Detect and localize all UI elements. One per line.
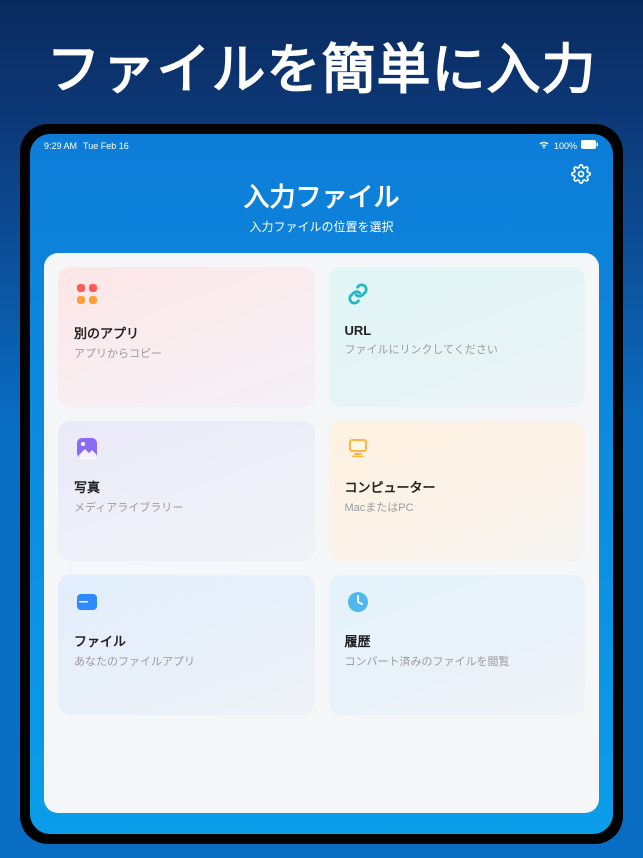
tile-computer[interactable]: コンピューター MacまたはPC: [329, 421, 586, 561]
tile-title: コンピューター: [345, 477, 570, 496]
status-bar: 9:29 AM Tue Feb 16 100%: [30, 134, 613, 157]
tile-subtitle: コンバート済みのファイルを閲覧: [345, 653, 570, 669]
link-icon: [345, 281, 371, 307]
screen: 9:29 AM Tue Feb 16 100% 入力ファイル 入力ファイルの位: [30, 134, 613, 834]
page-subtitle: 入力ファイルの位置を選択: [30, 218, 613, 235]
tile-title: 写真: [74, 477, 299, 496]
settings-button[interactable]: [571, 164, 591, 189]
promo-title: ファイルを簡単に入力: [0, 0, 643, 124]
tile-subtitle: MacまたはPC: [345, 499, 570, 515]
tile-subtitle: メディアライブラリー: [74, 499, 299, 515]
tile-title: ファイル: [74, 631, 299, 650]
content-card: 別のアプリ アプリからコピー URL ファイルにリンクしてください 写真 メディ…: [44, 253, 599, 813]
tile-another-app[interactable]: 別のアプリ アプリからコピー: [58, 267, 315, 407]
battery-percent: 100%: [554, 141, 577, 151]
tile-photos[interactable]: 写真 メディアライブラリー: [58, 421, 315, 561]
tile-subtitle: あなたのファイルアプリ: [74, 653, 299, 669]
device-frame: 9:29 AM Tue Feb 16 100% 入力ファイル 入力ファイルの位: [20, 124, 623, 844]
wifi-icon: [538, 140, 550, 151]
tile-subtitle: ファイルにリンクしてください: [345, 341, 570, 357]
photo-icon: [74, 435, 100, 461]
tile-url[interactable]: URL ファイルにリンクしてください: [329, 267, 586, 407]
status-time: 9:29 AM: [44, 141, 77, 151]
tile-title: 履歴: [345, 631, 570, 650]
folder-icon: [74, 589, 100, 615]
tile-files[interactable]: ファイル あなたのファイルアプリ: [58, 575, 315, 715]
tile-title: 別のアプリ: [74, 323, 299, 342]
status-date: Tue Feb 16: [83, 141, 129, 151]
computer-icon: [345, 435, 371, 461]
battery-icon: [581, 140, 599, 151]
apps-icon: [74, 281, 100, 307]
tile-title: URL: [345, 323, 570, 338]
page-title: 入力ファイル: [30, 177, 613, 214]
tile-subtitle: アプリからコピー: [74, 345, 299, 361]
tile-history[interactable]: 履歴 コンバート済みのファイルを閲覧: [329, 575, 586, 715]
page-header: 入力ファイル 入力ファイルの位置を選択: [30, 157, 613, 253]
history-icon: [345, 589, 371, 615]
tile-grid: 別のアプリ アプリからコピー URL ファイルにリンクしてください 写真 メディ…: [58, 267, 585, 715]
